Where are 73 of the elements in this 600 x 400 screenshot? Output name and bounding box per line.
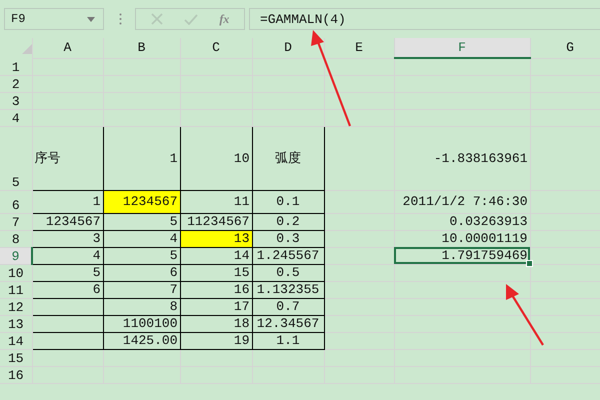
row-header[interactable]: 6 xyxy=(0,190,32,213)
table-cell: 14 xyxy=(234,248,250,263)
more-icon[interactable] xyxy=(119,13,122,25)
table-cell: 1234567 xyxy=(122,194,178,209)
table-cell: 16 xyxy=(234,282,250,297)
table-cell: 0.03263913 xyxy=(449,214,528,229)
formula-field[interactable]: =GAMMALN(4) xyxy=(249,8,600,30)
table-cell: 1.245567 xyxy=(256,248,320,263)
table-cell: 6 xyxy=(92,282,100,297)
table-cell: 1234567 xyxy=(46,214,100,229)
table-cell: 1425.00 xyxy=(122,333,178,348)
row-header[interactable]: 8 xyxy=(0,230,32,247)
table-cell: 3 xyxy=(92,231,100,246)
table-cell: 0.5 xyxy=(276,265,300,280)
table-cell: 12.34567 xyxy=(256,316,320,331)
row-header[interactable]: 9 xyxy=(0,247,32,264)
table-cell: 4 xyxy=(170,231,178,246)
row-header[interactable]: 10 xyxy=(0,264,32,281)
row-header[interactable]: 4 xyxy=(0,109,32,126)
table-cell: 5 xyxy=(170,214,178,229)
table-cell: 15 xyxy=(234,265,250,280)
row-header[interactable]: 13 xyxy=(0,315,32,332)
table-cell: 1100100 xyxy=(122,316,178,331)
table-cell: 1 xyxy=(92,194,100,209)
table-cell: 10 xyxy=(234,150,250,166)
column-header[interactable]: F xyxy=(394,38,530,58)
table-cell: 8 xyxy=(170,299,178,314)
arrow xyxy=(506,284,544,346)
table-cell: 1.791759469 xyxy=(442,248,528,263)
cancel-icon[interactable] xyxy=(150,13,163,25)
table-cell: 0.2 xyxy=(276,214,300,229)
row-header[interactable]: 12 xyxy=(0,298,32,315)
table-cell: 4 xyxy=(92,248,100,263)
table-cell: 2011/1/2 7:46:30 xyxy=(402,194,528,209)
column-header[interactable]: B xyxy=(103,38,180,58)
select-all-icon[interactable] xyxy=(22,44,32,54)
table-cell: 1.132355 xyxy=(256,282,320,297)
table-cell: 11 xyxy=(234,194,250,209)
row-header[interactable]: 5 xyxy=(0,126,32,190)
fill-handle[interactable] xyxy=(526,260,532,266)
row-header[interactable]: 14 xyxy=(0,332,32,349)
table-cell: 18 xyxy=(234,316,250,331)
table-cell: 6 xyxy=(170,265,178,280)
table-cell: 19 xyxy=(234,333,250,348)
row-header[interactable]: 7 xyxy=(0,213,32,230)
table-cell: 1 xyxy=(170,150,178,166)
table-cell: -1.838163961 xyxy=(434,150,528,166)
table-cell: 13 xyxy=(234,231,250,246)
table-cell: 7 xyxy=(170,282,178,297)
row-header[interactable]: 15 xyxy=(0,349,32,366)
row-header[interactable]: 11 xyxy=(0,281,32,298)
column-header[interactable]: G xyxy=(530,38,600,58)
table-cell: 0.7 xyxy=(276,299,300,314)
table-cell: 弧度 xyxy=(275,150,301,166)
row-header[interactable]: 2 xyxy=(0,75,32,92)
check-icon[interactable] xyxy=(184,14,198,24)
table-cell: 17 xyxy=(234,299,250,314)
column-header[interactable]: E xyxy=(324,38,394,58)
table-cell: 11234567 xyxy=(187,214,250,229)
row-header[interactable]: 3 xyxy=(0,92,32,109)
table-cell: 0.1 xyxy=(276,194,300,209)
table-cell: 0.3 xyxy=(276,231,300,246)
row-header[interactable]: 16 xyxy=(0,366,32,383)
table-cell: 1.1 xyxy=(276,333,300,348)
table-cell: 10.00001119 xyxy=(442,231,528,246)
row-header[interactable]: 1 xyxy=(0,58,32,75)
table-cell: 5 xyxy=(170,248,178,263)
table-cell: 序号 xyxy=(34,150,60,166)
table-cell: 5 xyxy=(92,265,100,280)
column-header[interactable]: A xyxy=(32,38,103,58)
column-header[interactable]: C xyxy=(180,38,252,58)
name-box[interactable]: F9 xyxy=(4,8,104,30)
caret-icon xyxy=(87,16,95,22)
